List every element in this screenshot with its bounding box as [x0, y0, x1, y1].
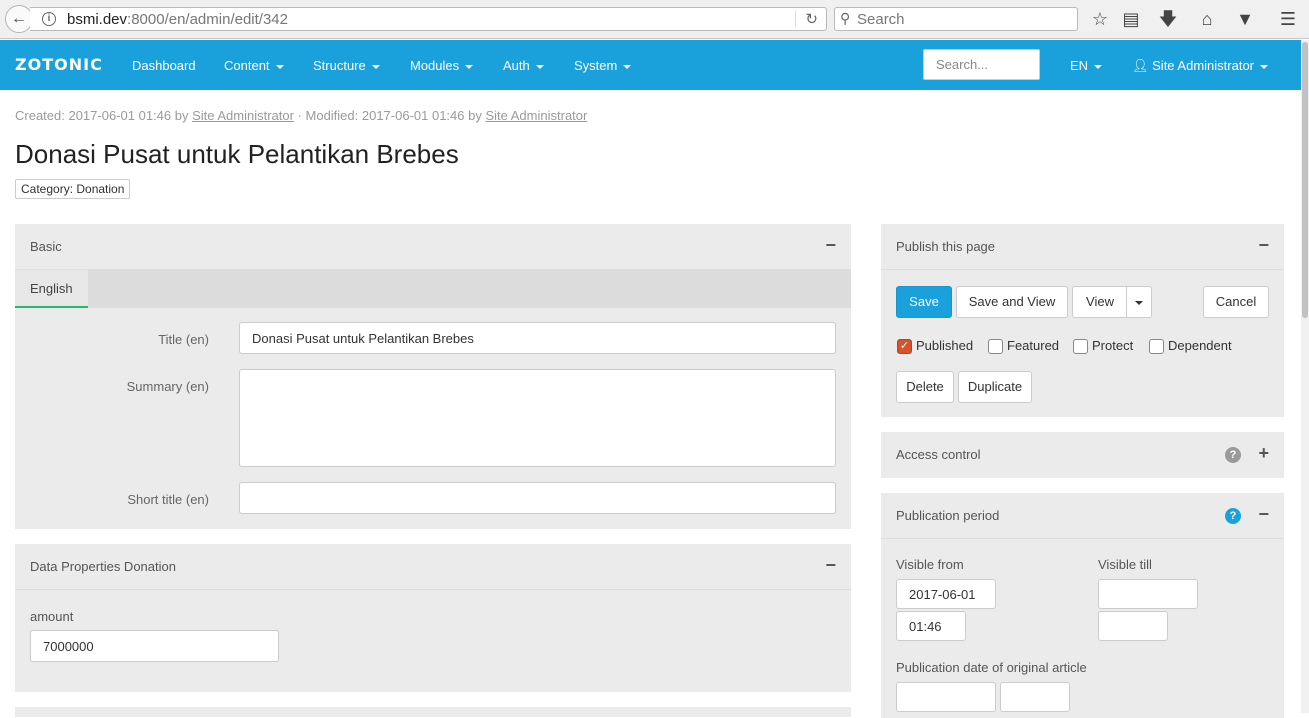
panel-title: Publication period: [896, 508, 1000, 523]
publish-panel-header[interactable]: Publish this page −: [881, 224, 1284, 270]
nav-system[interactable]: System: [574, 58, 632, 73]
visible-from-label: Visible from: [896, 557, 964, 572]
modified-by-link[interactable]: Site Administrator: [485, 108, 587, 123]
original-time-input[interactable]: [1000, 682, 1070, 712]
visible-from-date-input[interactable]: [896, 579, 996, 609]
panel-title: Publish this page: [896, 239, 996, 254]
dependent-checkbox[interactable]: Dependent: [1149, 337, 1232, 354]
caret-down-icon: [1260, 64, 1269, 69]
address-bar[interactable]: i bsmi.dev:8000/en/admin/edit/342 ↻: [30, 7, 827, 31]
visible-till-time-input[interactable]: [1098, 611, 1168, 641]
edit-meta: Created: 2017-06-01 01:46 by Site Admini…: [15, 108, 588, 123]
panel-title: Basic: [30, 239, 62, 254]
browser-search-box[interactable]: ⚲: [834, 7, 1078, 31]
duplicate-button[interactable]: Duplicate: [958, 371, 1032, 403]
user-icon: 👤︎: [1132, 58, 1149, 73]
data-properties-header[interactable]: Data Properties Donation −: [15, 544, 851, 590]
url-divider: [795, 11, 796, 27]
caret-down-icon: [623, 64, 632, 69]
url-text[interactable]: bsmi.dev:8000/en/admin/edit/342: [67, 11, 288, 28]
zotonic-logo[interactable]: ZOTONIC: [15, 55, 103, 74]
collapse-icon[interactable]: −: [1258, 505, 1269, 523]
category-badge: Category: Donation: [15, 179, 131, 199]
caret-down-icon: [1135, 300, 1143, 305]
short-title-label: Short title (en): [127, 492, 209, 507]
basic-panel-header[interactable]: Basic −: [15, 224, 851, 270]
nav-auth[interactable]: Auth: [503, 58, 544, 73]
original-date-label: Publication date of original article: [896, 660, 1087, 675]
admin-navbar: ZOTONIC Dashboard Content Structure Modu…: [0, 40, 1301, 90]
bookmark-star-icon[interactable]: ☆: [1089, 8, 1111, 30]
short-title-input[interactable]: [239, 482, 836, 514]
info-icon[interactable]: i: [42, 12, 56, 26]
pocket-icon[interactable]: ▼: [1234, 8, 1256, 30]
page-title: Donasi Pusat untuk Pelantikan Brebes: [15, 139, 459, 169]
visible-till-label: Visible till: [1098, 557, 1152, 572]
next-panel: [15, 707, 851, 717]
title-input[interactable]: [239, 322, 836, 354]
download-icon[interactable]: 🡇: [1157, 8, 1179, 30]
scrollbar-thumb[interactable]: [1302, 42, 1308, 318]
title-label: Title (en): [158, 332, 209, 347]
data-properties-panel: Data Properties Donation − amount: [15, 544, 851, 692]
published-checkbox[interactable]: ✓ Published: [897, 337, 973, 354]
visible-from-time-input[interactable]: [896, 611, 966, 641]
home-icon[interactable]: ⌂: [1196, 8, 1218, 30]
basic-panel: Basic − English Title (en) Summary (en) …: [15, 224, 851, 529]
back-arrow-icon[interactable]: ←: [5, 5, 33, 33]
created-by-link[interactable]: Site Administrator: [192, 108, 294, 123]
language-dropdown[interactable]: EN: [1070, 58, 1103, 73]
check-icon[interactable]: ✓: [897, 339, 912, 354]
reload-icon[interactable]: ↻: [805, 10, 818, 28]
protect-checkbox[interactable]: Protect: [1073, 337, 1133, 354]
cancel-button[interactable]: Cancel: [1203, 286, 1269, 318]
save-and-view-button[interactable]: Save and View: [956, 286, 1068, 318]
caret-down-icon: [535, 64, 544, 69]
collapse-icon[interactable]: −: [1258, 236, 1269, 254]
collapse-icon[interactable]: −: [825, 236, 836, 254]
visible-till-date-input[interactable]: [1098, 579, 1198, 609]
view-button[interactable]: View: [1072, 286, 1128, 318]
checkbox-box[interactable]: [1149, 339, 1164, 354]
panel-title: Data Properties Donation: [30, 559, 176, 574]
nav-content[interactable]: Content: [224, 58, 284, 73]
publication-period-header[interactable]: Publication period ? −: [881, 493, 1284, 539]
original-date-input[interactable]: [896, 682, 996, 712]
browser-search-input[interactable]: [857, 9, 1067, 29]
caret-down-icon: [275, 64, 284, 69]
amount-input[interactable]: [30, 630, 279, 662]
nav-dashboard[interactable]: Dashboard: [132, 58, 196, 73]
caret-down-icon: [465, 64, 474, 69]
tab-english[interactable]: English: [15, 270, 88, 308]
summary-textarea[interactable]: [239, 369, 836, 467]
publication-period-panel: Publication period ? − Visible from Visi…: [881, 493, 1284, 718]
checkbox-box[interactable]: [1073, 339, 1088, 354]
language-tabs: English: [15, 270, 851, 308]
summary-label: Summary (en): [126, 379, 209, 394]
browser-toolbar: ← i bsmi.dev:8000/en/admin/edit/342 ↻ ⚲ …: [0, 0, 1309, 39]
delete-button[interactable]: Delete: [896, 371, 954, 403]
view-dropdown-button[interactable]: [1126, 286, 1152, 318]
question-icon[interactable]: ?: [1225, 508, 1241, 524]
caret-down-icon: [1094, 64, 1103, 69]
caret-down-icon: [371, 64, 380, 69]
collapse-icon[interactable]: −: [825, 556, 836, 574]
checkbox-box[interactable]: [988, 339, 1003, 354]
reading-list-icon[interactable]: ▤: [1120, 8, 1142, 30]
user-dropdown[interactable]: 👤︎ Site Administrator: [1132, 58, 1269, 74]
amount-label: amount: [30, 609, 74, 624]
plus-icon[interactable]: +: [1258, 444, 1269, 462]
admin-search-input[interactable]: [923, 49, 1040, 80]
question-icon[interactable]: ?: [1225, 447, 1241, 463]
access-control-panel: Access control ? +: [881, 432, 1284, 478]
nav-structure[interactable]: Structure: [313, 58, 380, 73]
search-icon: ⚲: [840, 10, 851, 26]
publish-panel: Publish this page − Save Save and View V…: [881, 224, 1284, 417]
panel-title: Access control: [896, 447, 981, 462]
menu-icon[interactable]: ☰: [1277, 8, 1299, 30]
nav-modules[interactable]: Modules: [410, 58, 474, 73]
access-control-header[interactable]: Access control ? +: [881, 432, 1284, 478]
featured-checkbox[interactable]: Featured: [988, 337, 1059, 354]
save-button[interactable]: Save: [896, 286, 952, 318]
